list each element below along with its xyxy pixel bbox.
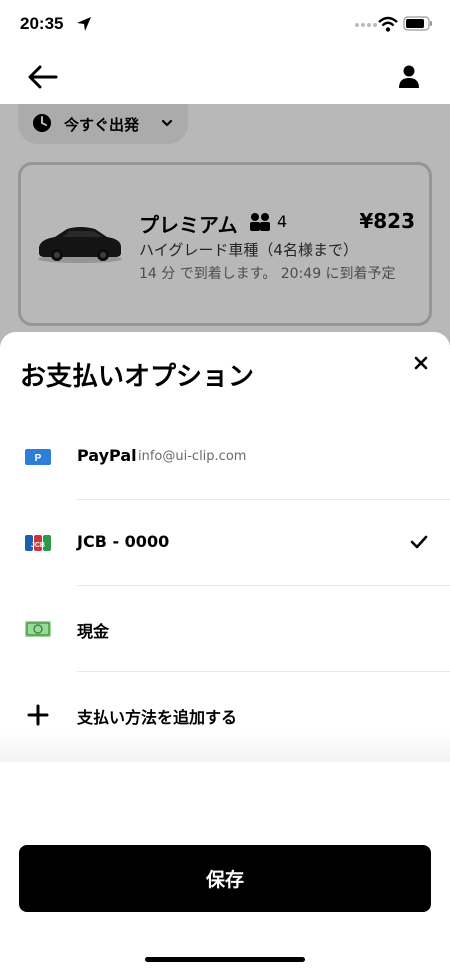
payment-option-jcb[interactable]: JCB JCB - 0000 [0, 500, 450, 586]
profile-icon[interactable] [396, 64, 422, 90]
sheet-fade [0, 732, 450, 762]
svg-text:JCB: JCB [31, 542, 45, 549]
payment-option-label: 現金 [77, 622, 110, 641]
check-icon [410, 535, 428, 549]
save-button[interactable]: 保存 [19, 845, 431, 912]
top-nav-bar [0, 50, 450, 104]
payment-option-cash[interactable]: 現金 [0, 586, 450, 672]
location-arrow-icon [77, 17, 91, 31]
wifi-icon [378, 16, 398, 32]
battery-icon [403, 16, 432, 31]
payment-option-paypal[interactable]: P PayPal info@ui-clip.com [0, 414, 450, 500]
back-arrow-icon[interactable] [26, 62, 60, 92]
sheet-title: お支払いオプション [20, 362, 255, 392]
status-bar: 20:35 [0, 0, 450, 50]
payment-option-label: JCB - 0000 [77, 532, 170, 551]
add-payment-method-label: 支払い方法を追加する [77, 708, 238, 727]
paypal-icon: P [25, 449, 51, 465]
payment-option-email: info@ui-clip.com [138, 449, 247, 464]
payment-option-label: PayPal [77, 446, 137, 465]
jcb-icon: JCB [25, 535, 51, 551]
svg-text:P: P [35, 453, 42, 464]
status-time: 20:35 [20, 14, 64, 33]
cash-icon [25, 621, 51, 637]
home-indicator [145, 957, 305, 962]
signal-icon [355, 23, 377, 27]
close-icon[interactable] [406, 348, 436, 378]
plus-icon [27, 704, 49, 726]
